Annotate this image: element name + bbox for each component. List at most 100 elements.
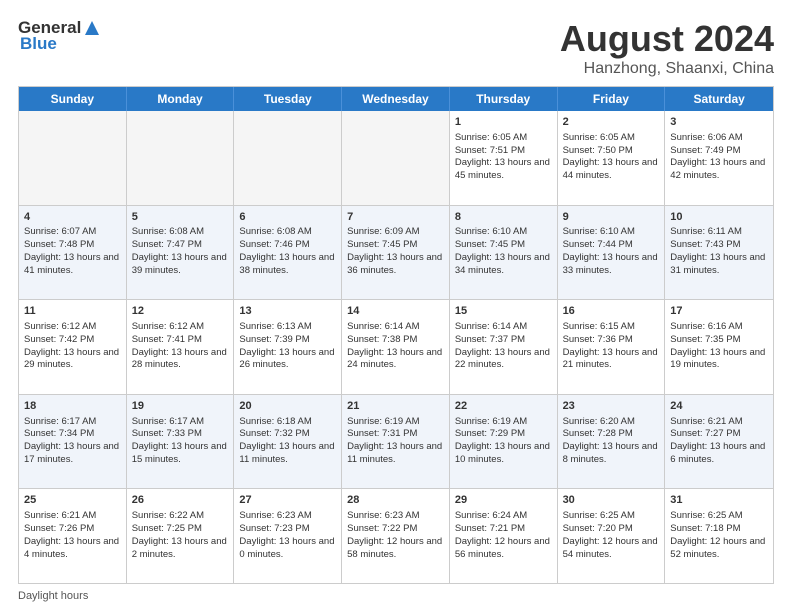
- day-number: 23: [563, 399, 660, 414]
- day-content: Sunrise: 6:19 AM Sunset: 7:29 PM Dayligh…: [455, 416, 550, 465]
- cal-cell: 27Sunrise: 6:23 AM Sunset: 7:23 PM Dayli…: [234, 489, 342, 583]
- day-number: 4: [24, 210, 121, 225]
- calendar-body: 1 Sunrise: 6:05 AM Sunset: 7:51 PM Daylig…: [19, 111, 773, 583]
- cal-header-cell: Tuesday: [234, 87, 342, 111]
- cal-cell: 17 Sunrise: 6:16 AM Sunset: 7:35 PM Dayli…: [665, 300, 773, 394]
- day-number: 28: [347, 493, 444, 508]
- footer: Daylight hours: [18, 590, 774, 602]
- day-content: Sunrise: 6:19 AM Sunset: 7:31 PM Dayligh…: [347, 416, 442, 465]
- cal-cell: 7Sunrise: 6:09 AM Sunset: 7:45 PM Daylig…: [342, 206, 450, 300]
- cal-cell: 19Sunrise: 6:17 AM Sunset: 7:33 PM Dayli…: [127, 395, 235, 489]
- sub-title: Hanzhong, Shaanxi, China: [560, 60, 774, 78]
- day-content: Sunrise: 6:24 AM Sunset: 7:21 PM Dayligh…: [455, 510, 550, 559]
- cal-cell: 25 Sunrise: 6:21 AM Sunset: 7:26 PM Dayli…: [19, 489, 127, 583]
- day-content: Sunrise: 6:07 AM Sunset: 7:48 PM Dayligh…: [24, 226, 119, 275]
- day-content: Sunrise: 6:21 AM Sunset: 7:27 PM Dayligh…: [670, 416, 765, 465]
- day-number: 10: [670, 210, 768, 225]
- cal-row: 1 Sunrise: 6:05 AM Sunset: 7:51 PM Daylig…: [19, 111, 773, 205]
- day-content: Sunrise: 6:06 AM Sunset: 7:49 PM Dayligh…: [670, 132, 765, 181]
- day-number: 26: [132, 493, 229, 508]
- day-content: Sunrise: 6:23 AM Sunset: 7:22 PM Dayligh…: [347, 510, 442, 559]
- day-number: 17: [670, 304, 768, 319]
- cal-cell: 28 Sunrise: 6:23 AM Sunset: 7:22 PM Dayli…: [342, 489, 450, 583]
- cal-cell: 20 Sunrise: 6:18 AM Sunset: 7:32 PM Dayli…: [234, 395, 342, 489]
- cal-row: 18Sunrise: 6:17 AM Sunset: 7:34 PM Dayli…: [19, 394, 773, 489]
- day-content: Sunrise: 6:08 AM Sunset: 7:47 PM Dayligh…: [132, 226, 227, 275]
- day-content: Sunrise: 6:22 AM Sunset: 7:25 PM Dayligh…: [132, 510, 227, 559]
- cal-cell: 21Sunrise: 6:19 AM Sunset: 7:31 PM Dayli…: [342, 395, 450, 489]
- day-number: 18: [24, 399, 121, 414]
- cal-row: 11Sunrise: 6:12 AM Sunset: 7:42 PM Dayli…: [19, 299, 773, 394]
- day-number: 16: [563, 304, 660, 319]
- day-number: 9: [563, 210, 660, 225]
- cal-cell: 13 Sunrise: 6:13 AM Sunset: 7:39 PM Dayli…: [234, 300, 342, 394]
- day-content: Sunrise: 6:12 AM Sunset: 7:41 PM Dayligh…: [132, 321, 227, 370]
- cal-cell: 30Sunrise: 6:25 AM Sunset: 7:20 PM Dayli…: [558, 489, 666, 583]
- day-number: 19: [132, 399, 229, 414]
- cal-cell: [342, 111, 450, 205]
- calendar-header: SundayMondayTuesdayWednesdayThursdayFrid…: [19, 87, 773, 111]
- logo-area: General Blue: [18, 18, 101, 54]
- cal-cell: 23 Sunrise: 6:20 AM Sunset: 7:28 PM Dayli…: [558, 395, 666, 489]
- day-content: Sunrise: 6:14 AM Sunset: 7:38 PM Dayligh…: [347, 321, 442, 370]
- day-content: Sunrise: 6:25 AM Sunset: 7:20 PM Dayligh…: [563, 510, 658, 559]
- day-content: Sunrise: 6:14 AM Sunset: 7:37 PM Dayligh…: [455, 321, 550, 370]
- day-content: Sunrise: 6:20 AM Sunset: 7:28 PM Dayligh…: [563, 416, 658, 465]
- day-content: Sunrise: 6:11 AM Sunset: 7:43 PM Dayligh…: [670, 226, 765, 275]
- day-content: Sunrise: 6:16 AM Sunset: 7:35 PM Dayligh…: [670, 321, 765, 370]
- cal-header-cell: Thursday: [450, 87, 558, 111]
- day-number: 3: [670, 115, 768, 130]
- day-number: 31: [670, 493, 768, 508]
- header: General Blue August 2024 Hanzhong, Shaan…: [18, 18, 774, 78]
- cal-header-cell: Wednesday: [342, 87, 450, 111]
- day-number: 22: [455, 399, 552, 414]
- cal-cell: 10Sunrise: 6:11 AM Sunset: 7:43 PM Dayli…: [665, 206, 773, 300]
- day-number: 20: [239, 399, 336, 414]
- cal-cell: 6Sunrise: 6:08 AM Sunset: 7:46 PM Daylig…: [234, 206, 342, 300]
- cal-header-cell: Monday: [127, 87, 235, 111]
- cal-cell: 29Sunrise: 6:24 AM Sunset: 7:21 PM Dayli…: [450, 489, 558, 583]
- cal-cell: [19, 111, 127, 205]
- cal-cell: 4Sunrise: 6:07 AM Sunset: 7:48 PM Daylig…: [19, 206, 127, 300]
- cal-cell: [234, 111, 342, 205]
- day-content: Sunrise: 6:21 AM Sunset: 7:26 PM Dayligh…: [24, 510, 119, 559]
- day-number: 25: [24, 493, 121, 508]
- footer-text: Daylight hours: [18, 590, 88, 602]
- day-content: Sunrise: 6:10 AM Sunset: 7:44 PM Dayligh…: [563, 226, 658, 275]
- day-content: Sunrise: 6:10 AM Sunset: 7:45 PM Dayligh…: [455, 226, 550, 275]
- day-number: 27: [239, 493, 336, 508]
- cal-cell: 12 Sunrise: 6:12 AM Sunset: 7:41 PM Dayli…: [127, 300, 235, 394]
- day-content: Sunrise: 6:13 AM Sunset: 7:39 PM Dayligh…: [239, 321, 334, 370]
- cal-header-cell: Saturday: [665, 87, 773, 111]
- cal-cell: 8Sunrise: 6:10 AM Sunset: 7:45 PM Daylig…: [450, 206, 558, 300]
- cal-header-cell: Friday: [558, 87, 666, 111]
- day-content: Sunrise: 6:08 AM Sunset: 7:46 PM Dayligh…: [239, 226, 334, 275]
- day-number: 5: [132, 210, 229, 225]
- cal-row: 25 Sunrise: 6:21 AM Sunset: 7:26 PM Dayli…: [19, 488, 773, 583]
- day-content: Sunrise: 6:05 AM Sunset: 7:51 PM Dayligh…: [455, 132, 550, 181]
- cal-cell: 5Sunrise: 6:08 AM Sunset: 7:47 PM Daylig…: [127, 206, 235, 300]
- main-title: August 2024: [560, 18, 774, 60]
- cal-cell: 14Sunrise: 6:14 AM Sunset: 7:38 PM Dayli…: [342, 300, 450, 394]
- cal-cell: 31Sunrise: 6:25 AM Sunset: 7:18 PM Dayli…: [665, 489, 773, 583]
- page: General Blue August 2024 Hanzhong, Shaan…: [0, 0, 792, 612]
- cal-cell: 24Sunrise: 6:21 AM Sunset: 7:27 PM Dayli…: [665, 395, 773, 489]
- cal-cell: 2 Sunrise: 6:05 AM Sunset: 7:50 PM Daylig…: [558, 111, 666, 205]
- day-number: 12: [132, 304, 229, 319]
- day-number: 8: [455, 210, 552, 225]
- day-number: 2: [563, 115, 660, 130]
- cal-row: 4Sunrise: 6:07 AM Sunset: 7:48 PM Daylig…: [19, 205, 773, 300]
- day-content: Sunrise: 6:05 AM Sunset: 7:50 PM Dayligh…: [563, 132, 658, 181]
- day-content: Sunrise: 6:18 AM Sunset: 7:32 PM Dayligh…: [239, 416, 334, 465]
- logo-icon: [83, 19, 101, 37]
- day-number: 13: [239, 304, 336, 319]
- day-number: 1: [455, 115, 552, 130]
- day-number: 6: [239, 210, 336, 225]
- cal-cell: 15 Sunrise: 6:14 AM Sunset: 7:37 PM Dayli…: [450, 300, 558, 394]
- calendar: SundayMondayTuesdayWednesdayThursdayFrid…: [18, 86, 774, 584]
- cal-cell: 18Sunrise: 6:17 AM Sunset: 7:34 PM Dayli…: [19, 395, 127, 489]
- day-number: 15: [455, 304, 552, 319]
- cal-cell: 11Sunrise: 6:12 AM Sunset: 7:42 PM Dayli…: [19, 300, 127, 394]
- day-content: Sunrise: 6:12 AM Sunset: 7:42 PM Dayligh…: [24, 321, 119, 370]
- day-content: Sunrise: 6:09 AM Sunset: 7:45 PM Dayligh…: [347, 226, 442, 275]
